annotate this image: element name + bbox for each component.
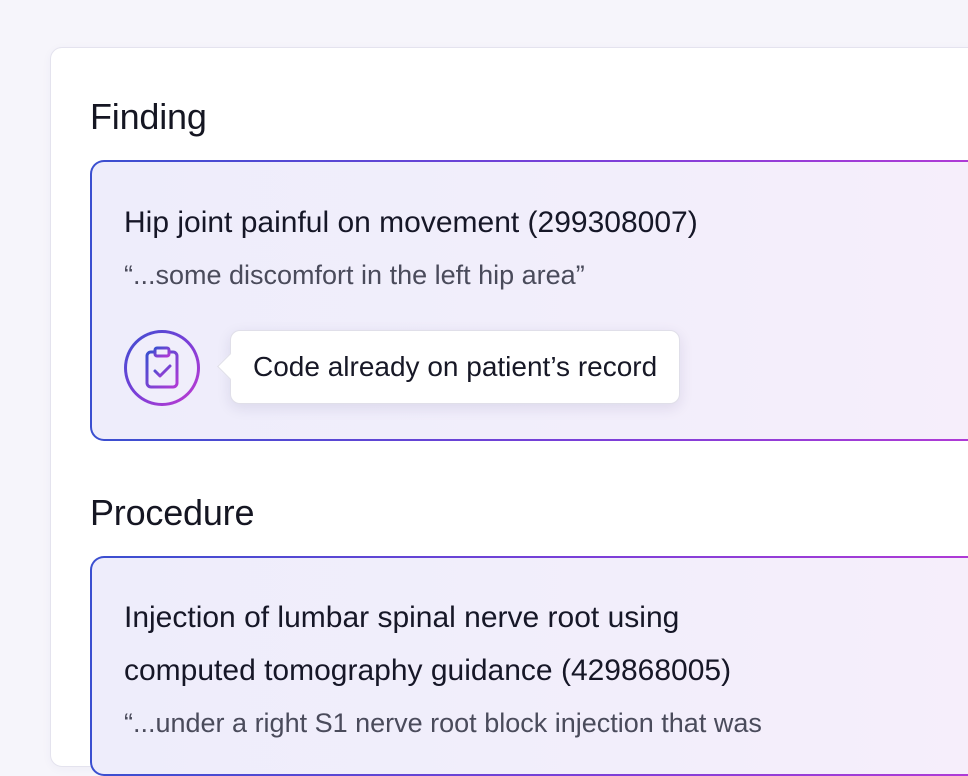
procedure-card[interactable]: Injection of lumbar spinal nerve root us… bbox=[90, 556, 968, 776]
finding-quote: “...some discomfort in the left hip area… bbox=[124, 260, 585, 290]
procedure-title-line2: computed tomography guidance (429868005) bbox=[124, 654, 732, 687]
record-status-tooltip: Code already on patient’s record bbox=[230, 330, 681, 404]
clipboard-check-icon bbox=[145, 346, 179, 389]
record-status-icon[interactable] bbox=[124, 330, 200, 406]
procedure-title-line1: Injection of lumbar spinal nerve root us… bbox=[124, 601, 680, 634]
finding-card[interactable]: Hip joint painful on movement (299308007… bbox=[90, 160, 968, 441]
procedure-quote: “...under a right S1 nerve root block in… bbox=[124, 708, 762, 738]
finding-title: Hip joint painful on movement (299308007… bbox=[124, 206, 698, 239]
procedure-heading: Procedure bbox=[90, 492, 255, 533]
finding-heading: Finding bbox=[90, 96, 207, 137]
